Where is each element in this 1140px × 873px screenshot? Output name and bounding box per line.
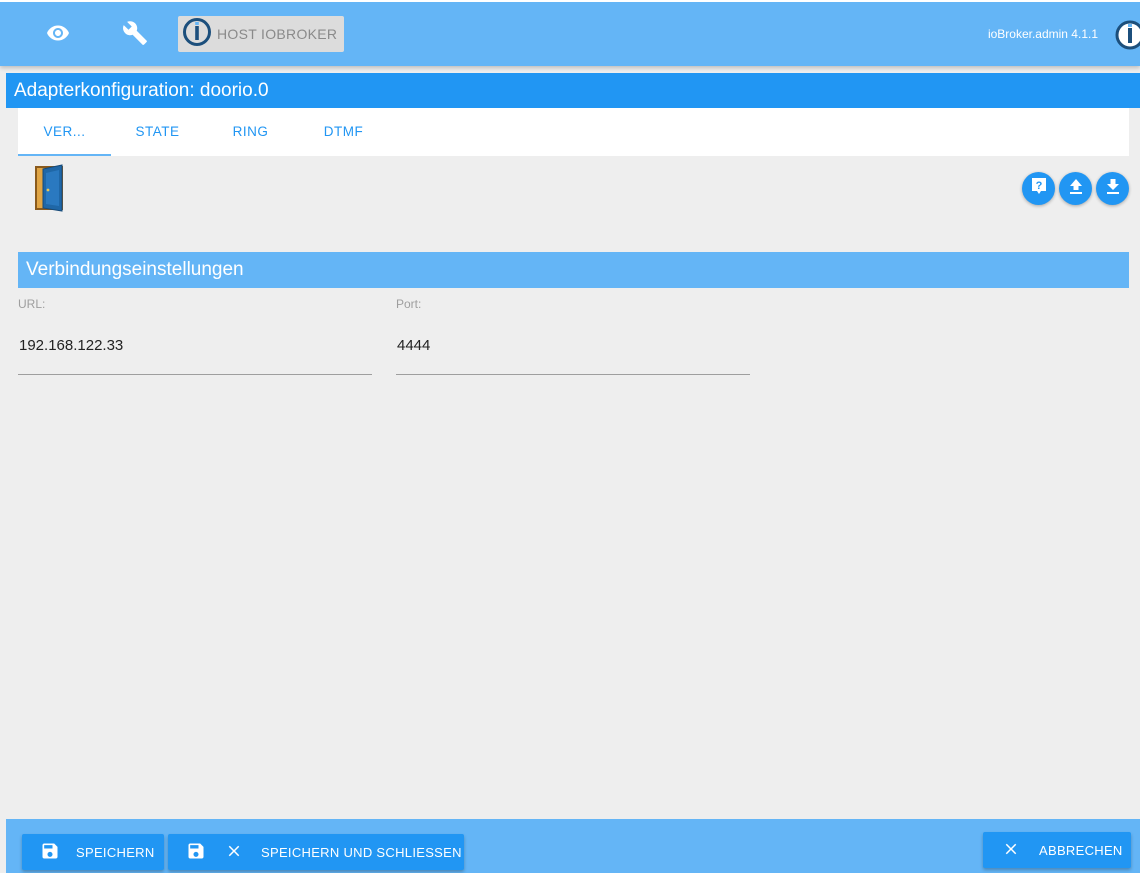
iobroker-logo-icon [182,17,212,52]
svg-text:?: ? [1035,180,1042,192]
download-button[interactable] [1096,172,1129,205]
url-label: URL: [18,297,46,311]
close-icon [225,842,243,863]
port-input[interactable]: 4444 [396,328,750,375]
top-app-bar: HOST IOBROKER ioBroker.admin 4.1.1 [0,0,1140,66]
cancel-button[interactable]: ABBRECHEN [983,832,1131,868]
page-title: Adapterkonfiguration: doorio.0 [6,73,1140,108]
url-input[interactable]: 192.168.122.33 [18,328,372,375]
save-and-close-button[interactable]: SPEICHERN UND SCHLIESSEN [168,834,464,870]
save-button[interactable]: SPEICHERN [22,834,164,870]
help-icon: ? [1031,177,1047,200]
tab-ring[interactable]: RING [204,108,297,156]
upload-icon [1068,177,1084,200]
host-button-label: HOST IOBROKER [217,26,338,42]
host-iobroker-button[interactable]: HOST IOBROKER [178,16,344,52]
port-label: Port: [396,297,422,311]
footer-bar: SPEICHERN SPEICHERN UND SCHLIESSEN ABBRE… [6,819,1140,873]
tab-state[interactable]: STATE [111,108,204,156]
save-button-label: SPEICHERN [76,844,155,860]
floppy-disk-icon [40,841,60,864]
url-field[interactable]: URL: 192.168.122.33 [18,297,372,375]
tab-verbindung[interactable]: VER... [18,108,111,156]
download-icon [1105,177,1121,200]
admin-version: ioBroker.admin 4.1.1 [987,27,1098,41]
eye-icon[interactable] [41,16,75,50]
iobroker-logo-icon[interactable] [1113,18,1140,57]
help-button[interactable]: ? [1022,172,1055,205]
section-header: Verbindungseinstellungen [18,252,1129,288]
door-icon [33,164,67,217]
tab-dtmf[interactable]: DTMF [297,108,390,156]
tab-bar: VER... STATE RING DTMF [18,108,1129,156]
floppy-disk-icon [186,841,206,864]
close-icon [1002,840,1020,861]
upload-button[interactable] [1059,172,1092,205]
save-and-close-label: SPEICHERN UND SCHLIESSEN [261,844,462,860]
port-field[interactable]: Port: 4444 [396,297,750,375]
wrench-icon[interactable] [118,16,152,50]
cancel-button-label: ABBRECHEN [1039,842,1123,858]
